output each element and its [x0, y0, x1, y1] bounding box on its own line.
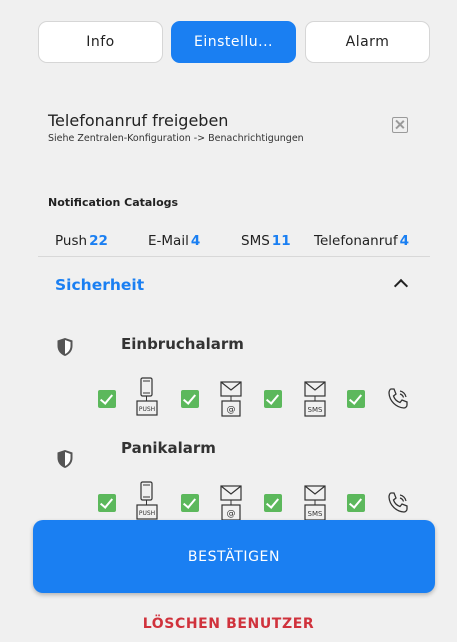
shield-icon	[57, 450, 73, 468]
phone-checkbox[interactable]	[347, 494, 365, 512]
section-title[interactable]: Sicherheit	[55, 276, 144, 294]
push-notification-icon: PUSH	[136, 481, 158, 520]
catalogs-title: Notification Catalogs	[48, 196, 179, 209]
catalog-label: Push	[55, 233, 88, 249]
catalog-phone: Telefonanruf 4	[314, 233, 409, 249]
catalog-sms: SMS 11	[241, 233, 291, 249]
email-icon: @	[220, 381, 242, 417]
sms-checkbox[interactable]	[264, 390, 282, 408]
alarm-name: Panikalarm	[121, 439, 216, 457]
divider	[38, 256, 430, 257]
sms-checkbox[interactable]	[264, 494, 282, 512]
catalog-count: 22	[89, 233, 108, 249]
catalog-email: E-Mail 4	[148, 233, 200, 249]
catalog-label: Telefonanruf	[314, 233, 398, 249]
tab-info[interactable]: Info	[38, 21, 163, 63]
phone-call-subtitle: Siehe Zentralen-Konfiguration -> Benachr…	[48, 133, 304, 144]
catalog-label: SMS	[241, 233, 270, 249]
tab-alarm[interactable]: Alarm	[305, 21, 430, 63]
tab-einstellungen[interactable]: Einstellu...	[171, 21, 296, 63]
shield-icon	[57, 338, 73, 356]
chevron-up-icon[interactable]	[393, 278, 409, 294]
sms-icon: SMS	[304, 381, 326, 417]
alarm-name: Einbruchalarm	[121, 335, 244, 353]
delete-user-button[interactable]: LÖSCHEN BENUTZER	[0, 616, 457, 632]
tab-bar: Info Einstellu... Alarm	[38, 21, 430, 63]
email-icon-label: @	[227, 405, 236, 415]
catalog-push: Push 22	[55, 233, 108, 249]
push-icon-label: PUSH	[139, 510, 155, 517]
email-icon: @	[220, 485, 242, 521]
sms-icon-label: SMS	[308, 510, 323, 518]
catalog-count: 4	[399, 233, 409, 249]
push-icon-label: PUSH	[139, 406, 155, 413]
phone-checkbox[interactable]	[347, 390, 365, 408]
catalog-count: 11	[271, 233, 291, 249]
phone-call-checkbox[interactable]	[392, 117, 408, 133]
catalog-count: 4	[190, 233, 201, 249]
sms-icon-label: SMS	[308, 406, 323, 414]
catalog-label: E-Mail	[148, 233, 189, 249]
push-notification-icon: PUSH	[136, 377, 158, 416]
sms-icon: SMS	[304, 485, 326, 521]
push-checkbox[interactable]	[98, 390, 116, 408]
phone-call-icon	[388, 492, 408, 513]
email-checkbox[interactable]	[181, 494, 199, 512]
push-checkbox[interactable]	[98, 494, 116, 512]
phone-call-title: Telefonanruf freigeben	[48, 111, 229, 130]
phone-call-icon	[388, 388, 408, 409]
email-checkbox[interactable]	[181, 390, 199, 408]
confirm-button[interactable]: BESTÄTIGEN	[33, 520, 435, 593]
email-icon-label: @	[227, 509, 236, 519]
